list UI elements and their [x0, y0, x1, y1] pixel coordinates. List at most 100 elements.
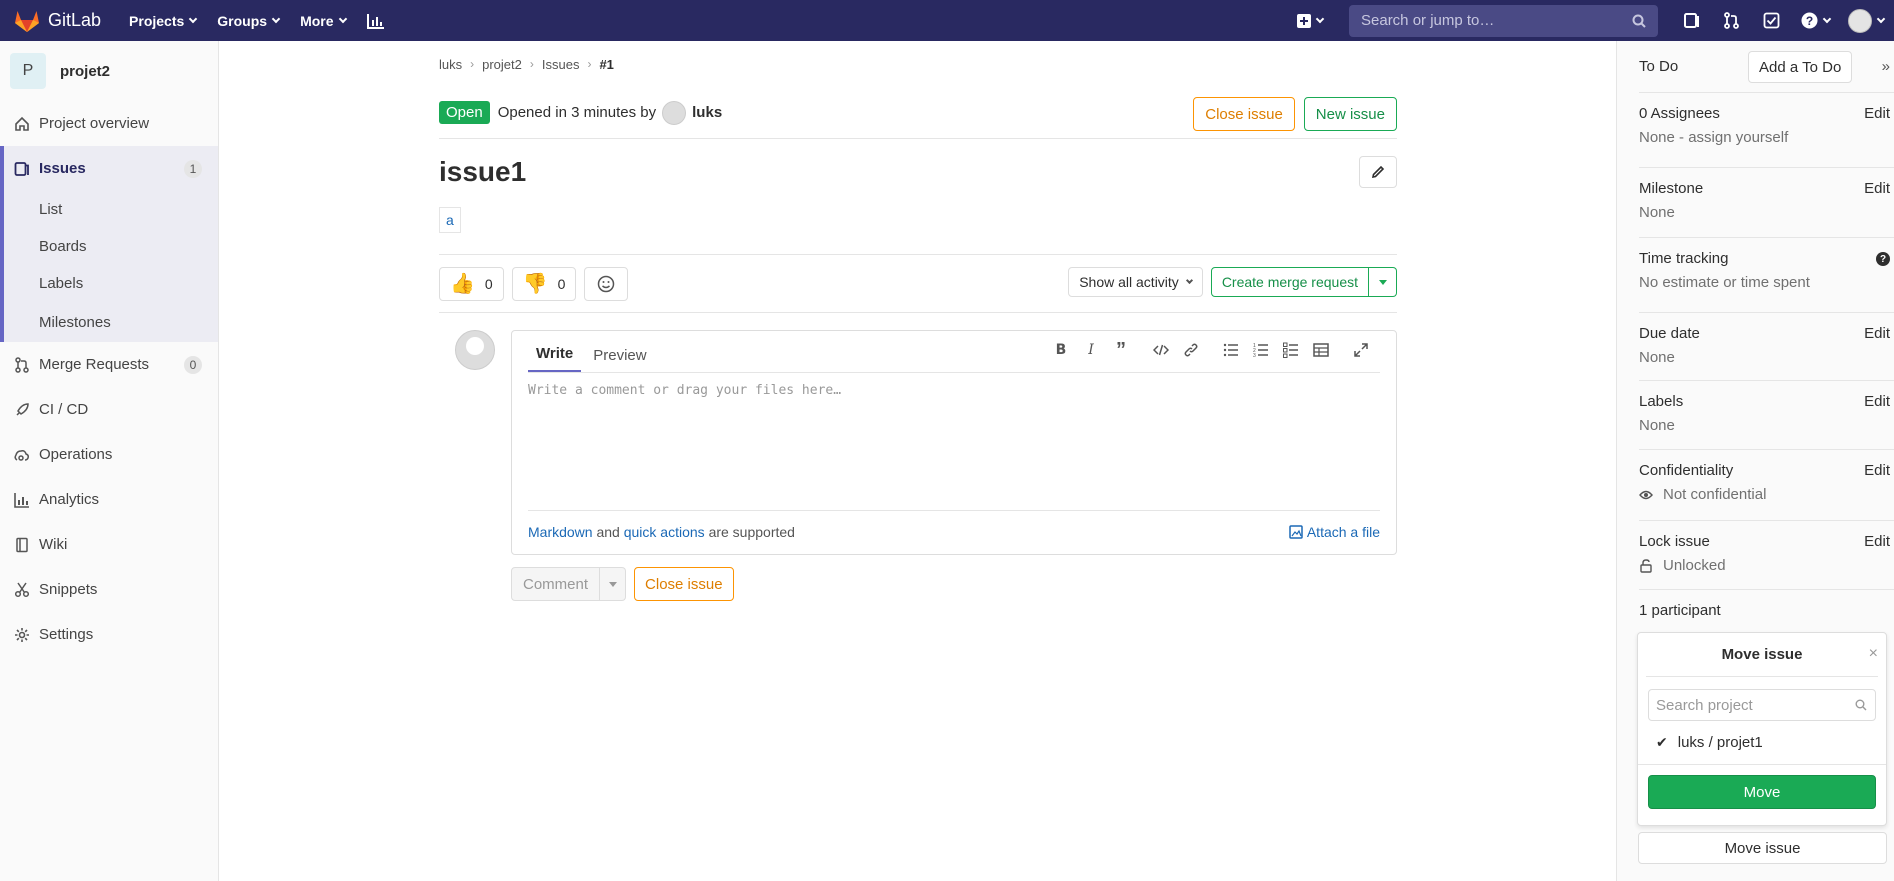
- sidebar-item-snippets[interactable]: Snippets: [0, 567, 218, 612]
- collapse-sidebar-icon[interactable]: »: [1882, 58, 1890, 75]
- todos-shortcut[interactable]: [1756, 6, 1786, 36]
- breadcrumb-item[interactable]: projet2: [482, 57, 522, 72]
- thumbs-down-icon: 👎: [522, 273, 548, 295]
- issue-actions: 👍 0 👎 0 Show all activity Create merge r…: [439, 255, 1397, 313]
- activity-filter-dropdown[interactable]: Show all activity: [1068, 267, 1203, 297]
- sidebar-subitem-milestones[interactable]: Milestones: [0, 302, 218, 342]
- thumbs-down-button[interactable]: 👎 0: [511, 266, 577, 301]
- attach-file-button[interactable]: Attach a file: [1289, 524, 1380, 540]
- assign-yourself-link[interactable]: assign yourself: [1688, 129, 1788, 146]
- time-tracking-title: Time tracking: [1639, 250, 1729, 267]
- description-link[interactable]: a: [439, 207, 461, 233]
- author-name[interactable]: luks: [692, 104, 722, 121]
- fullscreen-icon[interactable]: [1352, 341, 1370, 359]
- sidebar-item-label: Operations: [39, 446, 113, 463]
- code-icon[interactable]: [1152, 341, 1170, 359]
- quick-actions-link[interactable]: quick actions: [624, 524, 705, 540]
- more-menu[interactable]: More: [300, 13, 347, 29]
- sidebar-item-cicd[interactable]: CI / CD: [0, 387, 218, 432]
- breadcrumb-item[interactable]: luks: [439, 57, 462, 72]
- create-mr-dropdown-toggle[interactable]: [1369, 267, 1397, 297]
- projects-menu[interactable]: Projects: [129, 13, 198, 29]
- move-button[interactable]: Move: [1648, 775, 1876, 809]
- sidebar-item-label: Project overview: [39, 115, 150, 132]
- sidebar-item-analytics[interactable]: Analytics: [0, 477, 218, 522]
- search-icon: [1855, 699, 1867, 711]
- book-icon: [16, 537, 28, 552]
- edit-assignees-link[interactable]: Edit: [1864, 105, 1890, 122]
- merge-requests-shortcut[interactable]: [1716, 6, 1746, 36]
- bold-icon[interactable]: B: [1052, 341, 1070, 359]
- tab-preview[interactable]: Preview: [585, 347, 654, 372]
- table-icon[interactable]: [1312, 341, 1330, 359]
- gitlab-logo[interactable]: GitLab: [14, 9, 101, 33]
- new-issue-button[interactable]: New issue: [1303, 97, 1397, 131]
- comment-textarea[interactable]: Write a comment or drag your files here…: [528, 373, 1380, 511]
- edit-lock-link[interactable]: Edit: [1864, 533, 1890, 550]
- confidentiality-title: Confidentiality: [1639, 462, 1734, 479]
- sidebar-item-label: Issues: [39, 160, 86, 177]
- project-option-label: luks / projet1: [1677, 734, 1763, 751]
- edit-title-button[interactable]: [1359, 156, 1397, 188]
- move-issue-header: Move issue ×: [1646, 633, 1878, 677]
- numbered-list-icon[interactable]: 123: [1252, 341, 1270, 359]
- breadcrumb-item[interactable]: Issues: [542, 57, 580, 72]
- link-icon[interactable]: [1182, 341, 1200, 359]
- new-dropdown[interactable]: [1297, 13, 1325, 28]
- add-todo-button[interactable]: Add a To Do: [1748, 51, 1853, 83]
- plus-square-icon: [1297, 13, 1311, 28]
- time-tracking-value: No estimate or time spent: [1639, 274, 1810, 291]
- move-issue-button[interactable]: Move issue: [1638, 832, 1887, 864]
- add-reaction-button[interactable]: [584, 266, 629, 301]
- activity-chart-link[interactable]: [366, 13, 385, 29]
- svg-text:?: ?: [1805, 14, 1812, 28]
- sidebar-item-issues[interactable]: Issues 1: [0, 146, 218, 191]
- sidebar-item-operations[interactable]: Operations: [0, 432, 218, 477]
- italic-icon[interactable]: I: [1082, 341, 1100, 359]
- chart-icon: [14, 492, 29, 508]
- help-icon[interactable]: ?: [1876, 252, 1890, 266]
- sidebar-subitem-list[interactable]: List: [0, 191, 218, 228]
- close-issue-comment-button[interactable]: Close issue: [634, 567, 734, 601]
- sidebar-item-wiki[interactable]: Wiki: [0, 522, 218, 567]
- sidebar-item-merge-requests[interactable]: Merge Requests 0: [0, 342, 218, 387]
- tab-write[interactable]: Write: [528, 345, 582, 372]
- author-avatar[interactable]: [662, 100, 687, 125]
- edit-due-date-link[interactable]: Edit: [1864, 325, 1890, 342]
- comment-form: Write Preview B I ” 123 Write a comment …: [439, 330, 1397, 601]
- close-icon[interactable]: ×: [1869, 645, 1878, 663]
- user-menu[interactable]: [1844, 6, 1888, 36]
- search-input[interactable]: Search or jump to…: [1349, 4, 1658, 37]
- sidebar-subitem-labels[interactable]: Labels: [0, 265, 218, 302]
- markdown-link[interactable]: Markdown: [528, 524, 593, 540]
- project-header[interactable]: P projet2: [0, 41, 218, 101]
- search-project-input[interactable]: Search project: [1648, 689, 1876, 721]
- sidebar-item-label: Merge Requests: [39, 356, 150, 373]
- quote-icon[interactable]: ”: [1112, 339, 1130, 361]
- edit-labels-link[interactable]: Edit: [1864, 393, 1890, 410]
- close-issue-button[interactable]: Close issue: [1193, 97, 1295, 131]
- assignees-title: 0 Assignees: [1639, 105, 1720, 122]
- labels-title: Labels: [1639, 393, 1684, 410]
- edit-confidentiality-link[interactable]: Edit: [1864, 462, 1890, 479]
- edit-milestone-link[interactable]: Edit: [1864, 180, 1890, 197]
- breadcrumb-current[interactable]: #1: [599, 57, 613, 72]
- chevron-down-icon: [1822, 14, 1831, 23]
- sidebar-item-label: Milestones: [39, 313, 111, 331]
- assignees-block: 0 Assignees Edit None - assign yourself: [1639, 93, 1894, 168]
- comment-type-dropdown[interactable]: [600, 567, 627, 601]
- task-list-icon[interactable]: [1282, 341, 1300, 359]
- create-merge-request-button[interactable]: Create merge request: [1210, 267, 1369, 297]
- bullet-list-icon[interactable]: [1222, 341, 1240, 359]
- help-dropdown[interactable]: ?: [1796, 6, 1834, 36]
- sidebar-item-project-overview[interactable]: Project overview: [0, 101, 218, 146]
- assignees-none: None -: [1639, 129, 1685, 146]
- chevron-down-icon: [338, 14, 347, 23]
- thumbs-up-button[interactable]: 👍 0: [439, 266, 504, 301]
- comment-button[interactable]: Comment: [511, 567, 601, 601]
- issues-shortcut[interactable]: [1676, 6, 1706, 36]
- project-option[interactable]: ✔ luks / projet1: [1638, 721, 1886, 765]
- sidebar-subitem-boards[interactable]: Boards: [0, 228, 218, 265]
- groups-menu[interactable]: Groups: [217, 13, 281, 29]
- sidebar-item-settings[interactable]: Settings: [0, 612, 218, 657]
